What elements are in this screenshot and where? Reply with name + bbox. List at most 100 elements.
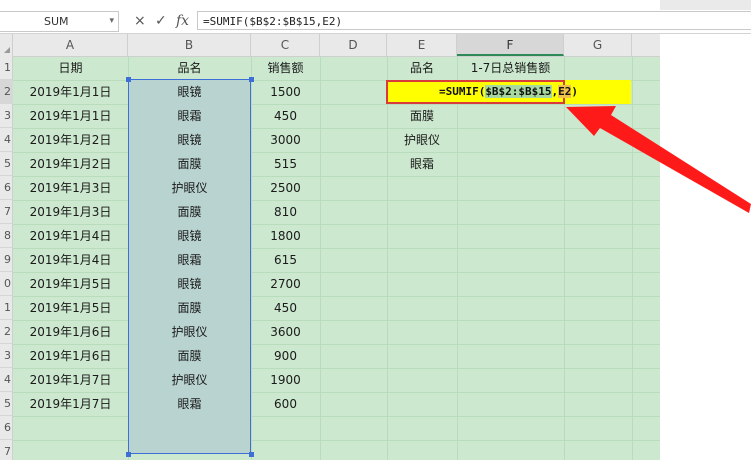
cell-product[interactable]: 眼镜 bbox=[128, 128, 251, 152]
row-header-label: 2 bbox=[4, 85, 11, 98]
cell-date[interactable]: 2019年1月7日 bbox=[13, 392, 128, 416]
col-header-a[interactable]: A bbox=[13, 34, 128, 56]
cell-date[interactable]: 2019年1月5日 bbox=[13, 296, 128, 320]
row-header[interactable]: 6 bbox=[0, 176, 13, 200]
row-header[interactable]: 4 bbox=[0, 128, 13, 152]
cell-sales[interactable]: 1500 bbox=[251, 80, 320, 104]
cell-product[interactable]: 眼霜 bbox=[128, 104, 251, 128]
cell-product[interactable]: 护眼仪 bbox=[128, 176, 251, 200]
cell-date[interactable]: 2019年1月7日 bbox=[13, 368, 128, 392]
cell-date[interactable]: 2019年1月2日 bbox=[13, 152, 128, 176]
cell-sales[interactable]: 3600 bbox=[251, 320, 320, 344]
row-header-label: 1 bbox=[4, 301, 11, 314]
row-header[interactable]: 5 bbox=[0, 392, 13, 416]
cell-sales[interactable]: 615 bbox=[251, 248, 320, 272]
cell-product[interactable]: 面膜 bbox=[128, 344, 251, 368]
cell-e5[interactable]: 眼霜 bbox=[387, 152, 457, 176]
col-header-f[interactable]: F bbox=[457, 34, 564, 56]
row-header[interactable]: 7 bbox=[0, 440, 13, 460]
select-all-corner[interactable] bbox=[0, 34, 13, 56]
row-header[interactable]: 2 bbox=[0, 80, 13, 104]
row-header[interactable]: 7 bbox=[0, 200, 13, 224]
grid-line bbox=[457, 56, 458, 460]
row-header-label: 3 bbox=[4, 109, 11, 122]
cell-date[interactable]: 2019年1月1日 bbox=[13, 104, 128, 128]
row-header[interactable]: 2 bbox=[0, 320, 13, 344]
cell-f2-editor[interactable]: =SUMIF($B$2:$B$15,E2) bbox=[386, 80, 631, 104]
chevron-down-icon[interactable]: ▾ bbox=[109, 12, 114, 31]
spreadsheet-grid[interactable]: A B C D E F G 1 2 3 4 5 6 7 8 9 0 1 2 3 4 5 6 7 日期 品名 销售… bbox=[0, 34, 660, 460]
col-header-d[interactable]: D bbox=[320, 34, 387, 56]
cell-date[interactable]: 2019年1月6日 bbox=[13, 344, 128, 368]
formula-range-ref: $B$2:$B$15 bbox=[485, 85, 552, 98]
cell-date[interactable]: 2019年1月6日 bbox=[13, 320, 128, 344]
name-box[interactable]: SUM ▾ bbox=[0, 11, 119, 32]
col-header-b[interactable]: B bbox=[128, 34, 251, 56]
row-header-label: 5 bbox=[4, 157, 11, 170]
row-header[interactable]: 3 bbox=[0, 104, 13, 128]
cell-e3[interactable]: 面膜 bbox=[387, 104, 457, 128]
formula-bar: SUM ▾ × ✓ fx =SUMIF($B$2:$B$15,E2) bbox=[0, 10, 751, 34]
cell-sales[interactable]: 3000 bbox=[251, 128, 320, 152]
cell-sales[interactable]: 600 bbox=[251, 392, 320, 416]
row-header-label: 5 bbox=[4, 397, 11, 410]
row-header[interactable]: 3 bbox=[0, 344, 13, 368]
cell-c1[interactable]: 销售额 bbox=[251, 56, 320, 80]
cancel-icon[interactable]: × bbox=[134, 12, 146, 30]
cell-sales[interactable]: 2500 bbox=[251, 176, 320, 200]
cell-product[interactable]: 面膜 bbox=[128, 296, 251, 320]
cell-sales[interactable]: 450 bbox=[251, 104, 320, 128]
cell-product[interactable]: 眼镜 bbox=[128, 224, 251, 248]
cell-e4[interactable]: 护眼仪 bbox=[387, 128, 457, 152]
cell-product[interactable]: 面膜 bbox=[128, 152, 251, 176]
row-header[interactable]: 1 bbox=[0, 56, 13, 80]
row-header-label: 7 bbox=[4, 205, 11, 218]
cell-date[interactable]: 2019年1月2日 bbox=[13, 128, 128, 152]
cell-sales[interactable]: 515 bbox=[251, 152, 320, 176]
cell-sales[interactable]: 1800 bbox=[251, 224, 320, 248]
cell-product[interactable]: 眼镜 bbox=[128, 272, 251, 296]
col-header-e[interactable]: E bbox=[387, 34, 457, 56]
cell-b1[interactable]: 品名 bbox=[128, 56, 251, 80]
formula-criteria-ref: E2 bbox=[558, 85, 572, 98]
column-header-bar: A B C D E F G bbox=[0, 34, 660, 57]
row-header[interactable]: 9 bbox=[0, 248, 13, 272]
cell-product[interactable]: 眼镜 bbox=[128, 80, 251, 104]
cell-product[interactable]: 眼霜 bbox=[128, 248, 251, 272]
cell-date[interactable]: 2019年1月4日 bbox=[13, 224, 128, 248]
cell-f1[interactable]: 1-7日总销售额 bbox=[457, 56, 564, 80]
row-header-label: 8 bbox=[4, 229, 11, 242]
cell-sales[interactable]: 1900 bbox=[251, 368, 320, 392]
cell-product[interactable]: 面膜 bbox=[128, 200, 251, 224]
cell-date[interactable]: 2019年1月3日 bbox=[13, 176, 128, 200]
cell-sales[interactable]: 900 bbox=[251, 344, 320, 368]
cell-date[interactable]: 2019年1月5日 bbox=[13, 272, 128, 296]
cell-product[interactable]: 眼霜 bbox=[128, 392, 251, 416]
selection-handle[interactable] bbox=[126, 452, 131, 457]
top-strip bbox=[0, 0, 751, 10]
cell-sales[interactable]: 810 bbox=[251, 200, 320, 224]
cell-a1[interactable]: 日期 bbox=[13, 56, 128, 80]
cell-date[interactable]: 2019年1月4日 bbox=[13, 248, 128, 272]
row-header[interactable]: 4 bbox=[0, 368, 13, 392]
formula-input[interactable]: =SUMIF($B$2:$B$15,E2) bbox=[197, 11, 751, 30]
row-header-label: 3 bbox=[4, 349, 11, 362]
fx-icon[interactable]: fx bbox=[176, 12, 189, 30]
row-header[interactable]: 1 bbox=[0, 296, 13, 320]
cell-date[interactable]: 2019年1月1日 bbox=[13, 80, 128, 104]
cell-sales[interactable]: 450 bbox=[251, 296, 320, 320]
row-header[interactable]: 5 bbox=[0, 152, 13, 176]
cell-product[interactable]: 护眼仪 bbox=[128, 368, 251, 392]
cell-sales[interactable]: 2700 bbox=[251, 272, 320, 296]
row-header-label: 4 bbox=[4, 373, 11, 386]
selection-handle[interactable] bbox=[249, 452, 254, 457]
col-header-c[interactable]: C bbox=[251, 34, 320, 56]
col-header-g[interactable]: G bbox=[564, 34, 632, 56]
cell-date[interactable]: 2019年1月3日 bbox=[13, 200, 128, 224]
row-header[interactable]: 0 bbox=[0, 272, 13, 296]
cell-e1[interactable]: 品名 bbox=[387, 56, 457, 80]
row-header[interactable]: 8 bbox=[0, 224, 13, 248]
row-header[interactable]: 6 bbox=[0, 416, 13, 440]
confirm-icon[interactable]: ✓ bbox=[155, 12, 167, 30]
cell-product[interactable]: 护眼仪 bbox=[128, 320, 251, 344]
